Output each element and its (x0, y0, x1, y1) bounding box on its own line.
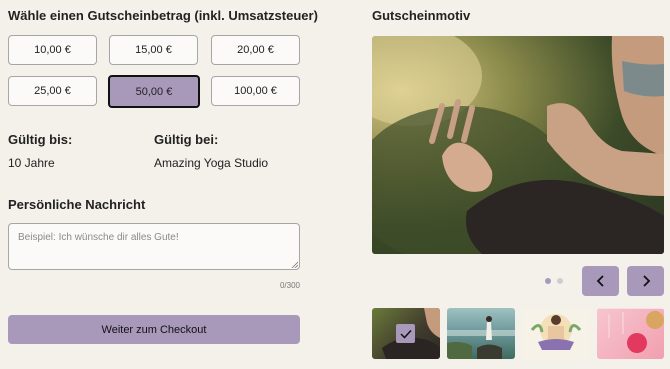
amount-option-10[interactable]: 10,00 € (8, 35, 97, 65)
motif-thumbnail-4[interactable] (597, 308, 664, 359)
previous-motif-button[interactable] (582, 266, 619, 296)
motif-section-title: Gutscheinmotiv (372, 8, 471, 23)
personal-message-input[interactable] (8, 223, 300, 270)
motif-main-image (372, 36, 664, 254)
next-motif-button[interactable] (627, 266, 664, 296)
selected-check-icon (396, 324, 415, 343)
amount-option-20[interactable]: 20,00 € (211, 35, 300, 65)
valid-at-value: Amazing Yoga Studio (154, 156, 269, 170)
amount-option-25[interactable]: 25,00 € (8, 76, 97, 106)
chevron-right-icon (642, 275, 650, 287)
amount-section-title: Wähle einen Gutscheinbetrag (inkl. Umsat… (8, 8, 318, 23)
valid-at-label: Gültig bei: (154, 132, 219, 147)
message-char-count: 0/300 (279, 281, 300, 290)
amount-option-100[interactable]: 100,00 € (211, 76, 300, 106)
valid-until-value: 10 Jahre (8, 156, 55, 170)
motif-thumbnail-3[interactable] (522, 308, 590, 359)
checkout-button[interactable]: Weiter zum Checkout (8, 315, 300, 344)
resize-handle-icon[interactable] (291, 261, 298, 268)
amount-option-50[interactable]: 50,00 € (108, 75, 200, 108)
message-section-title: Persönliche Nachricht (8, 197, 146, 212)
slide-indicator-1[interactable] (545, 278, 551, 284)
amount-option-15[interactable]: 15,00 € (109, 35, 198, 65)
valid-until-label: Gültig bis: (8, 132, 73, 147)
motif-thumbnail-1[interactable] (372, 308, 440, 359)
slide-indicator-2[interactable] (557, 278, 563, 284)
chevron-left-icon (596, 275, 604, 287)
motif-thumbnail-2[interactable] (447, 308, 515, 359)
